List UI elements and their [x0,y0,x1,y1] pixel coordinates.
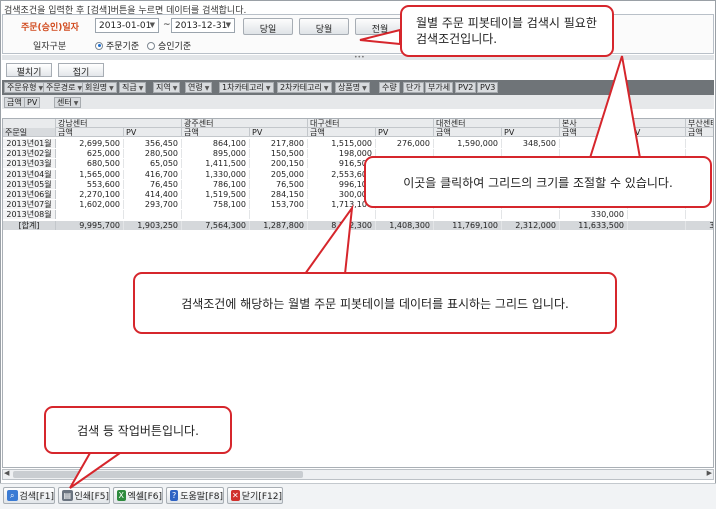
callout-buttons: 검색 등 작업버튼입니다. [44,406,232,454]
callout-search-conditions: 월별 주문 피봇테이블 검색시 필요한 검색조건입니다. [400,5,614,57]
callout-resize: 이곳을 클릭하여 그리드의 크기를 조절할 수 있습니다. [364,156,712,208]
callout-grid: 검색조건에 해당하는 월별 주문 피봇테이블 데이터를 표시하는 그리드 입니다… [133,272,617,334]
